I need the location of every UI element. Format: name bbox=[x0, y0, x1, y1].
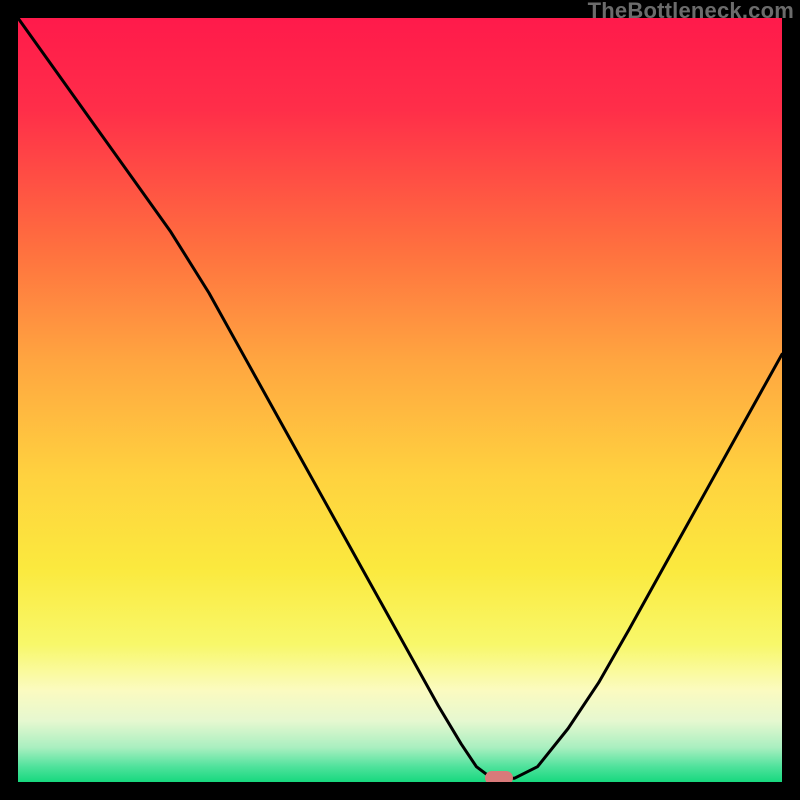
plot-area bbox=[18, 18, 782, 782]
optimal-marker bbox=[485, 771, 513, 782]
watermark-label: TheBottleneck.com bbox=[588, 0, 794, 24]
bottleneck-curve bbox=[18, 18, 782, 782]
chart-container: TheBottleneck.com bbox=[0, 0, 800, 800]
